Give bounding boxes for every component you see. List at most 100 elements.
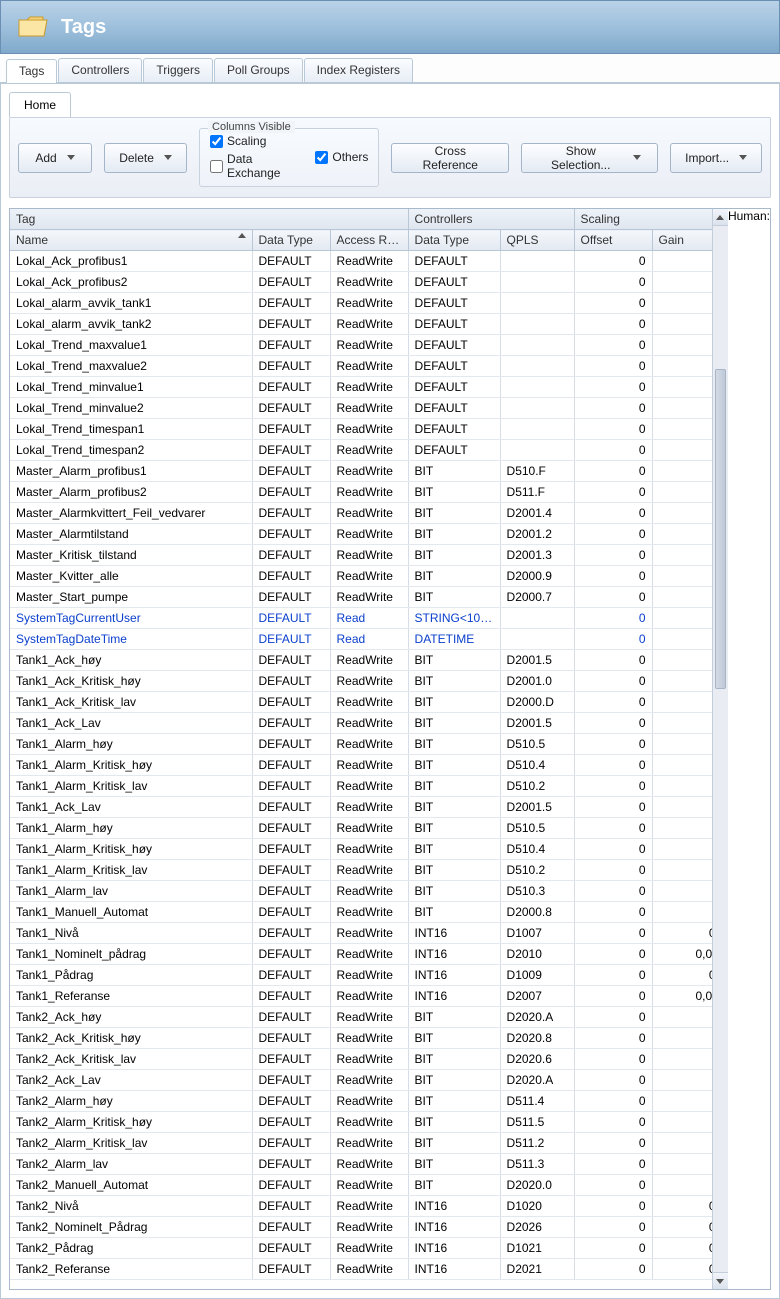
cell-offset[interactable]: 0 [574, 314, 652, 335]
cell-offset[interactable]: 0 [574, 251, 652, 272]
cell-access-right[interactable]: ReadWrite [330, 965, 408, 986]
cell-qpls[interactable]: D510.2 [500, 860, 574, 881]
cell-data-type[interactable]: DEFAULT [252, 440, 330, 461]
cell-offset[interactable]: 0 [574, 986, 652, 1007]
cell-gain[interactable]: 1 [652, 1028, 712, 1049]
cell-gain[interactable]: 1 [652, 419, 712, 440]
table-row[interactable]: Master_Start_pumpeDEFAULTReadWriteBITD20… [10, 587, 712, 608]
cell-ctrl-data-type[interactable]: BIT [408, 566, 500, 587]
cell-offset[interactable]: 0 [574, 608, 652, 629]
cell-name[interactable]: Tank2_Ack_Lav [10, 1070, 252, 1091]
cell-name[interactable]: Lokal_Ack_profibus1 [10, 251, 252, 272]
cell-ctrl-data-type[interactable]: BIT [408, 650, 500, 671]
cell-name[interactable]: Tank2_Referanse [10, 1259, 252, 1280]
cell-offset[interactable]: 0 [574, 797, 652, 818]
cell-data-type[interactable]: DEFAULT [252, 587, 330, 608]
cell-access-right[interactable]: ReadWrite [330, 1133, 408, 1154]
cell-ctrl-data-type[interactable]: DEFAULT [408, 251, 500, 272]
cross-reference-button[interactable]: Cross Reference [391, 143, 509, 173]
cell-name[interactable]: Tank1_Nivå [10, 923, 252, 944]
cell-qpls[interactable] [500, 251, 574, 272]
cell-offset[interactable]: 0 [574, 1028, 652, 1049]
cell-name[interactable]: Tank2_Alarm_høy [10, 1091, 252, 1112]
cell-name[interactable]: Lokal_Ack_profibus2 [10, 272, 252, 293]
group-header-scaling[interactable]: Scaling [574, 209, 712, 230]
cell-data-type[interactable]: DEFAULT [252, 629, 330, 650]
cell-name[interactable]: Tank2_Ack_Kritisk_høy [10, 1028, 252, 1049]
cell-ctrl-data-type[interactable]: BIT [408, 1175, 500, 1196]
cell-access-right[interactable]: ReadWrite [330, 1154, 408, 1175]
cell-data-type[interactable]: DEFAULT [252, 944, 330, 965]
table-row[interactable]: Lokal_alarm_avvik_tank2DEFAULTReadWriteD… [10, 314, 712, 335]
cell-gain[interactable]: 1 [652, 881, 712, 902]
cell-offset[interactable]: 0 [574, 713, 652, 734]
table-row[interactable]: Tank1_Ack_LavDEFAULTReadWriteBITD2001.50… [10, 713, 712, 734]
cell-qpls[interactable] [500, 314, 574, 335]
table-row[interactable]: Master_Alarm_profibus2DEFAULTReadWriteBI… [10, 482, 712, 503]
cell-data-type[interactable]: DEFAULT [252, 1049, 330, 1070]
cell-data-type[interactable]: DEFAULT [252, 860, 330, 881]
cell-access-right[interactable]: ReadWrite [330, 1028, 408, 1049]
cell-offset[interactable]: 0 [574, 482, 652, 503]
cell-name[interactable]: Tank2_Pådrag [10, 1238, 252, 1259]
cell-ctrl-data-type[interactable]: INT16 [408, 923, 500, 944]
cell-gain[interactable]: 1 [652, 734, 712, 755]
cell-qpls[interactable]: D510.4 [500, 755, 574, 776]
cell-qpls[interactable] [500, 272, 574, 293]
cell-gain[interactable]: 0,003922 [652, 944, 712, 965]
cell-ctrl-data-type[interactable]: BIT [408, 587, 500, 608]
cell-offset[interactable]: 0 [574, 293, 652, 314]
cell-qpls[interactable]: D2001.5 [500, 650, 574, 671]
cell-gain[interactable]: 1 [652, 671, 712, 692]
cell-access-right[interactable]: ReadWrite [330, 1196, 408, 1217]
scroll-up-arrow[interactable] [713, 209, 728, 226]
cell-qpls[interactable]: D2020.A [500, 1007, 574, 1028]
table-row[interactable]: Master_AlarmtilstandDEFAULTReadWriteBITD… [10, 524, 712, 545]
cell-ctrl-data-type[interactable]: BIT [408, 461, 500, 482]
cell-gain[interactable]: 1 [652, 356, 712, 377]
cell-access-right[interactable]: ReadWrite [330, 272, 408, 293]
scroll-down-arrow[interactable] [713, 1272, 728, 1289]
cell-data-type[interactable]: DEFAULT [252, 755, 330, 776]
cell-gain[interactable]: 1 [652, 902, 712, 923]
cell-access-right[interactable]: ReadWrite [330, 1175, 408, 1196]
table-row[interactable]: Tank2_ReferanseDEFAULTReadWriteINT16D202… [10, 1259, 712, 1280]
cell-data-type[interactable]: DEFAULT [252, 986, 330, 1007]
cell-name[interactable]: Tank2_Alarm_lav [10, 1154, 252, 1175]
cell-qpls[interactable]: D510.F [500, 461, 574, 482]
cell-ctrl-data-type[interactable]: BIT [408, 1007, 500, 1028]
cell-ctrl-data-type[interactable]: BIT [408, 1070, 500, 1091]
cell-offset[interactable]: 0 [574, 1112, 652, 1133]
table-row[interactable]: Tank1_Alarm_høyDEFAULTReadWriteBITD510.5… [10, 734, 712, 755]
cell-name[interactable]: Tank1_Alarm_Kritisk_lav [10, 776, 252, 797]
cell-gain[interactable]: 1 [652, 524, 712, 545]
cell-ctrl-data-type[interactable]: BIT [408, 797, 500, 818]
cell-ctrl-data-type[interactable]: DEFAULT [408, 440, 500, 461]
cell-ctrl-data-type[interactable]: BIT [408, 734, 500, 755]
cell-data-type[interactable]: DEFAULT [252, 419, 330, 440]
cell-access-right[interactable]: ReadWrite [330, 419, 408, 440]
cell-access-right[interactable]: ReadWrite [330, 1259, 408, 1280]
cell-access-right[interactable]: ReadWrite [330, 902, 408, 923]
cell-data-type[interactable]: DEFAULT [252, 1112, 330, 1133]
cell-offset[interactable]: 0 [574, 965, 652, 986]
cell-data-type[interactable]: DEFAULT [252, 818, 330, 839]
cell-offset[interactable]: 0 [574, 629, 652, 650]
cell-name[interactable]: Tank2_Nivå [10, 1196, 252, 1217]
cell-data-type[interactable]: DEFAULT [252, 1007, 330, 1028]
cell-gain[interactable]: 0,3922 [652, 1238, 712, 1259]
cell-data-type[interactable]: DEFAULT [252, 566, 330, 587]
col-header-access-right[interactable]: Access Right [330, 230, 408, 251]
cell-name[interactable]: Master_Alarmtilstand [10, 524, 252, 545]
cell-qpls[interactable]: D510.2 [500, 776, 574, 797]
cell-gain[interactable]: 0,3922 [652, 965, 712, 986]
cell-data-type[interactable]: DEFAULT [252, 671, 330, 692]
cell-access-right[interactable]: ReadWrite [330, 692, 408, 713]
cell-name[interactable]: Master_Alarmkvittert_Feil_vedvarer [10, 503, 252, 524]
cell-offset[interactable]: 0 [574, 692, 652, 713]
cell-data-type[interactable]: DEFAULT [252, 1133, 330, 1154]
cell-ctrl-data-type[interactable]: BIT [408, 1049, 500, 1070]
table-row[interactable]: Tank1_Alarm_Kritisk_høyDEFAULTReadWriteB… [10, 755, 712, 776]
cell-data-type[interactable]: DEFAULT [252, 482, 330, 503]
cell-data-type[interactable]: DEFAULT [252, 608, 330, 629]
